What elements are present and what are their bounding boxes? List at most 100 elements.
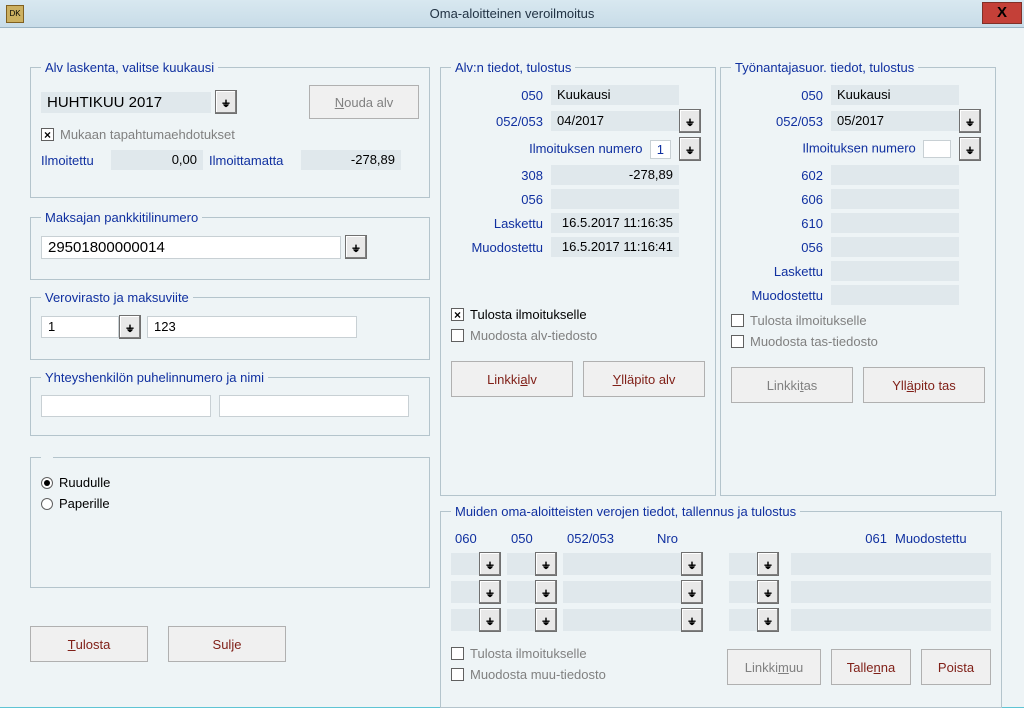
yllapito-alv-button[interactable]: Ylläpito alv — [583, 361, 705, 397]
tyon-muodosta-cb[interactable] — [731, 335, 744, 348]
group-alv-tiedot: Alv:n tiedot, tulostus 050 Kuukausi 052/… — [440, 60, 716, 496]
payment-ref-input[interactable]: 123 — [147, 316, 357, 338]
muut-r3-nro-dd[interactable] — [757, 608, 779, 632]
alv-052-label: 052/053 — [451, 114, 551, 129]
tax-office-code-input[interactable]: 1 — [41, 316, 119, 338]
tyon-muod-value — [831, 285, 959, 305]
muut-r3-052-dd[interactable] — [681, 608, 703, 632]
tyon-laskettu-label: Laskettu — [731, 264, 831, 279]
muut-legend: Muiden oma-aloitteisten verojen tiedot, … — [451, 504, 800, 519]
muut-tulosta-cb[interactable] — [451, 647, 464, 660]
tax-office-dropdown[interactable] — [119, 315, 141, 339]
alv-tulosta-label: Tulosta ilmoitukselle — [470, 307, 587, 322]
ilmoitettu-label: Ilmoitettu — [41, 153, 111, 168]
bank-legend: Maksajan pankkitilinumero — [41, 210, 202, 225]
muut-row-3 — [451, 608, 991, 632]
tyon-tulosta-cb[interactable] — [731, 314, 744, 327]
alv-calc-legend: Alv laskenta, valitse kuukausi — [41, 60, 218, 75]
alv-ilm-label: Ilmoituksen numero 1 — [451, 140, 679, 159]
month-dropdown[interactable] — [215, 90, 237, 114]
alv-308-label: 308 — [451, 168, 551, 183]
contact-legend: Yhteyshenkilön puhelinnumero ja nimi — [41, 370, 268, 385]
alv-muod-value: 16.5.2017 11:16:41 — [551, 237, 679, 257]
tyon-muodosta-label: Muodosta tas-tiedosto — [750, 334, 878, 349]
tyon-050-value: Kuukausi — [831, 85, 959, 105]
group-tyonantaja: Työnantajasuor. tiedot, tulostus 050 Kuu… — [720, 60, 996, 496]
tyon-ilm-label: Ilmoituksen numero — [731, 140, 959, 158]
muut-r3-050-dd[interactable] — [535, 608, 557, 632]
muut-r3-060-dd[interactable] — [479, 608, 501, 632]
window-title: Oma-aloitteinen veroilmoitus — [0, 6, 1024, 21]
tyon-602-label: 602 — [731, 168, 831, 183]
tallenna-button[interactable]: Tallenna — [831, 649, 911, 685]
muut-r2-nro-dd[interactable] — [757, 580, 779, 604]
muut-r1-050-dd[interactable] — [535, 552, 557, 576]
contact-name-input[interactable] — [219, 395, 409, 417]
muut-muodosta-cb[interactable] — [451, 668, 464, 681]
tax-office-legend: Verovirasto ja maksuviite — [41, 290, 193, 305]
group-contact: Yhteyshenkilön puhelinnumero ja nimi — [30, 370, 430, 436]
mukaan-label: Mukaan tapahtumaehdotukset — [60, 127, 235, 142]
tyon-602-value — [831, 165, 959, 185]
tyon-610-value — [831, 213, 959, 233]
sulje-button[interactable]: Sulje — [168, 626, 286, 662]
alv-052-value[interactable]: 04/2017 — [551, 111, 679, 131]
titlebar: DK Oma-aloitteinen veroilmoitus X — [0, 0, 1024, 28]
ruudulle-label: Ruudulle — [59, 475, 110, 490]
tyon-legend: Työnantajasuor. tiedot, tulostus — [731, 60, 918, 75]
alv-ilm-dropdown[interactable] — [679, 137, 701, 161]
alv-tulosta-cb[interactable] — [451, 308, 464, 321]
poista-button[interactable]: Poista — [921, 649, 991, 685]
linkki-muu-button[interactable]: Linkki muu — [727, 649, 821, 685]
tyon-052-dropdown[interactable] — [959, 109, 981, 133]
alv-laskettu-value: 16.5.2017 11:16:35 — [551, 213, 679, 233]
alv-056-label: 056 — [451, 192, 551, 207]
tyon-056-label: 056 — [731, 240, 831, 255]
month-display: HUHTIKUU 2017 — [41, 92, 211, 113]
muut-r1-060-dd[interactable] — [479, 552, 501, 576]
linkki-alv-button[interactable]: Linkki alv — [451, 361, 573, 397]
tyon-ilm-value[interactable] — [923, 140, 951, 158]
tyon-laskettu-value — [831, 261, 959, 281]
group-muut: Muiden oma-aloitteisten verojen tiedot, … — [440, 504, 1002, 708]
alv-050-value: Kuukausi — [551, 85, 679, 105]
nouda-alv-button[interactable]: Nouda alv — [309, 85, 419, 119]
alv-ilm-value[interactable]: 1 — [650, 140, 671, 159]
alv-laskettu-label: Laskettu — [451, 216, 551, 231]
muut-r1-nro-dd[interactable] — [757, 552, 779, 576]
alv-052-dropdown[interactable] — [679, 109, 701, 133]
alv-muodosta-cb[interactable] — [451, 329, 464, 342]
linkki-tas-button[interactable]: Linkki tas — [731, 367, 853, 403]
alv-056-value — [551, 189, 679, 209]
paperille-radio[interactable] — [41, 498, 53, 510]
tyon-606-value — [831, 189, 959, 209]
muut-row-2 — [451, 580, 991, 604]
tulosta-button[interactable]: Tulosta — [30, 626, 148, 662]
tyon-muod-label: Muodostettu — [731, 288, 831, 303]
bank-dropdown[interactable] — [345, 235, 367, 259]
alv-muodosta-label: Muodosta alv-tiedosto — [470, 328, 597, 343]
muut-r2-060-dd[interactable] — [479, 580, 501, 604]
tyon-606-label: 606 — [731, 192, 831, 207]
bank-account-input[interactable]: 29501800000014 — [41, 236, 341, 259]
group-output-target: . Ruudulle Paperille — [30, 450, 430, 588]
muut-r2-052-dd[interactable] — [681, 580, 703, 604]
muut-r2-050-dd[interactable] — [535, 580, 557, 604]
muut-tulosta-label: Tulosta ilmoitukselle — [470, 646, 587, 661]
ilmoittamatta-label: Ilmoittamatta — [209, 153, 301, 168]
close-button[interactable]: X — [982, 2, 1022, 24]
muut-r1-052-dd[interactable] — [681, 552, 703, 576]
yllapito-tas-button[interactable]: Ylläpito tas — [863, 367, 985, 403]
paperille-label: Paperille — [59, 496, 110, 511]
contact-phone-input[interactable] — [41, 395, 211, 417]
group-alv-laskenta: Alv laskenta, valitse kuukausi HUHTIKUU … — [30, 60, 430, 198]
tyon-610-label: 610 — [731, 216, 831, 231]
tyon-052-value[interactable]: 05/2017 — [831, 111, 959, 131]
alv-muod-label: Muodostettu — [451, 240, 551, 255]
ruudulle-radio[interactable] — [41, 477, 53, 489]
muut-row-1 — [451, 552, 991, 576]
alv-info-legend: Alv:n tiedot, tulostus — [451, 60, 575, 75]
mukaan-checkbox[interactable] — [41, 128, 54, 141]
tyon-ilm-dropdown[interactable] — [959, 137, 981, 161]
ilmoitettu-value: 0,00 — [111, 150, 203, 170]
